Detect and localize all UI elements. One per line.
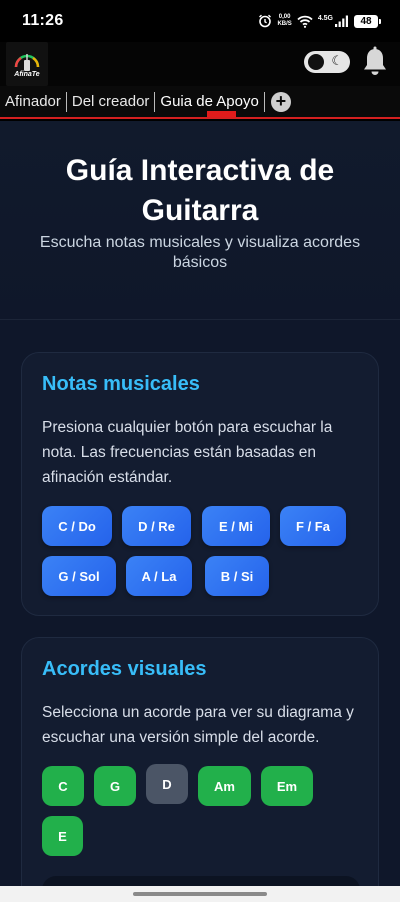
notes-card: Notas musicales Presiona cualquier botón… [21, 352, 379, 616]
chord-button-d[interactable]: D [146, 764, 188, 804]
guide-content[interactable]: Guía Interactiva de Guitarra Escucha not… [0, 121, 400, 886]
chord-button-em[interactable]: Em [261, 766, 313, 806]
moon-icon: ☾ [331, 53, 343, 68]
status-bar: 11:26 0,00 KB/S 4.5G 48 [0, 0, 400, 42]
wifi-icon [297, 15, 313, 28]
battery-indicator: 48 [354, 14, 381, 28]
net-speed-value: 0,00 [278, 14, 291, 20]
hero-section: Guía Interactiva de Guitarra Escucha not… [0, 121, 400, 320]
net-speed-unit: KB/S [277, 21, 292, 27]
status-icons: 0,00 KB/S 4.5G 48 [258, 12, 381, 30]
logo-text: AfinaTe [14, 70, 40, 78]
note-button-g[interactable]: G / Sol [42, 556, 116, 596]
page-subtitle: Escucha notas musicales y visualiza acor… [39, 234, 361, 271]
app-logo[interactable]: AfinaTe [6, 42, 48, 86]
chord-button-c[interactable]: C [42, 766, 84, 806]
system-nav-bar [0, 886, 400, 902]
note-button-c[interactable]: C / Do [42, 506, 112, 546]
active-tab-indicator [207, 111, 236, 117]
net-speed: 0,00 KB/S [277, 14, 291, 28]
chord-diagram-panel [42, 876, 360, 886]
chords-card: Acordes visuales Selecciona un acorde pa… [21, 637, 379, 886]
page-title: Guía Interactiva de Guitarra [65, 154, 335, 227]
signal-label: 4.5G [317, 14, 333, 22]
tab-bar: Afinador Del creador Guia de Apoyo + [0, 86, 400, 119]
toggle-knob [308, 54, 324, 70]
note-button-d[interactable]: D / Re [122, 506, 191, 546]
chord-button-e[interactable]: E [42, 816, 83, 856]
tab-del-creador[interactable]: Del creador [67, 91, 156, 112]
note-button-a[interactable]: A / La [126, 556, 192, 596]
note-button-b[interactable]: B / Si [205, 556, 269, 596]
tuner-logo-icon [14, 53, 40, 71]
alarm-icon [259, 14, 272, 28]
chord-button-g[interactable]: G [94, 766, 136, 806]
status-time: 11:26 [22, 12, 64, 29]
tab-afinador[interactable]: Afinador [0, 91, 67, 112]
note-button-f[interactable]: F / Fa [280, 506, 346, 546]
add-tab-button[interactable]: + [270, 91, 291, 112]
tab-guia-de-apoyo[interactable]: Guia de Apoyo [155, 91, 265, 112]
chords-description: Selecciona un acorde para ver su diagram… [42, 704, 354, 746]
signal-icon [335, 15, 348, 27]
dark-mode-toggle[interactable]: ☾ [304, 51, 350, 73]
gesture-handle[interactable] [133, 892, 267, 896]
notification-bell-icon[interactable] [360, 46, 390, 78]
note-button-e[interactable]: E / Mi [202, 506, 270, 546]
chord-button-am[interactable]: Am [198, 766, 251, 806]
chords-title: Acordes visuales [42, 658, 207, 680]
notes-description: Presiona cualquier botón para escuchar l… [42, 419, 333, 486]
notes-title: Notas musicales [42, 373, 200, 395]
